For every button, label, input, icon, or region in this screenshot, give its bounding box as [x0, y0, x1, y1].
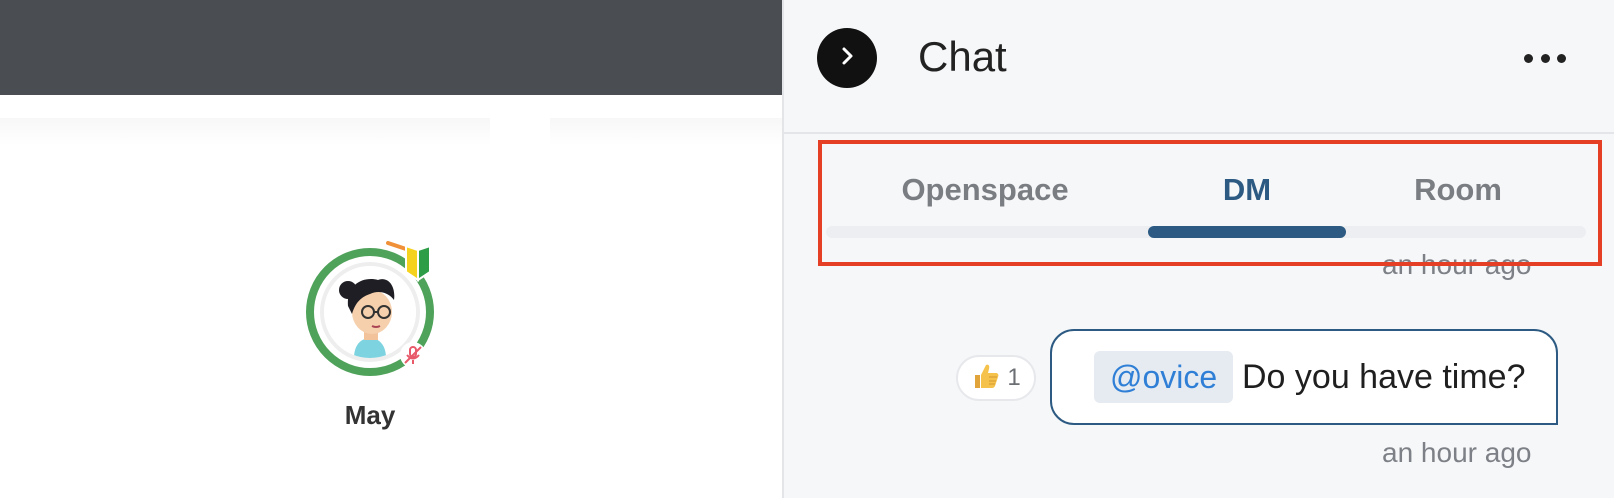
tabs-highlight-box [818, 140, 1602, 266]
workspace-divider [550, 118, 782, 146]
message-bubble[interactable]: @ovice Do you have time? [1050, 329, 1558, 425]
chevron-right-icon [836, 45, 858, 72]
chat-title: Chat [918, 33, 1007, 80]
app-root: May Chat Openspace DM Room an hour ago 1… [0, 0, 1614, 498]
chat-header: Chat [784, 0, 1614, 134]
avatar-name-label: May [344, 400, 396, 430]
more-options-icon[interactable] [1524, 45, 1566, 71]
message-timestamp: an hour ago [1382, 437, 1532, 468]
reaction-chip[interactable]: 1 [956, 355, 1036, 401]
reaction-count: 1 [1007, 364, 1021, 391]
user-avatar[interactable] [300, 238, 440, 378]
message-text: Do you have time? [1242, 358, 1526, 396]
collapse-panel-button[interactable] [817, 28, 877, 88]
workspace-top-bar [0, 0, 782, 95]
mic-muted-icon [400, 342, 426, 368]
beginner-badge-icon [400, 244, 436, 284]
workspace-area[interactable]: May [0, 0, 782, 498]
thumbs-up-icon [971, 361, 1001, 396]
workspace-divider [0, 118, 490, 146]
mention-tag[interactable]: @ovice [1094, 351, 1234, 403]
